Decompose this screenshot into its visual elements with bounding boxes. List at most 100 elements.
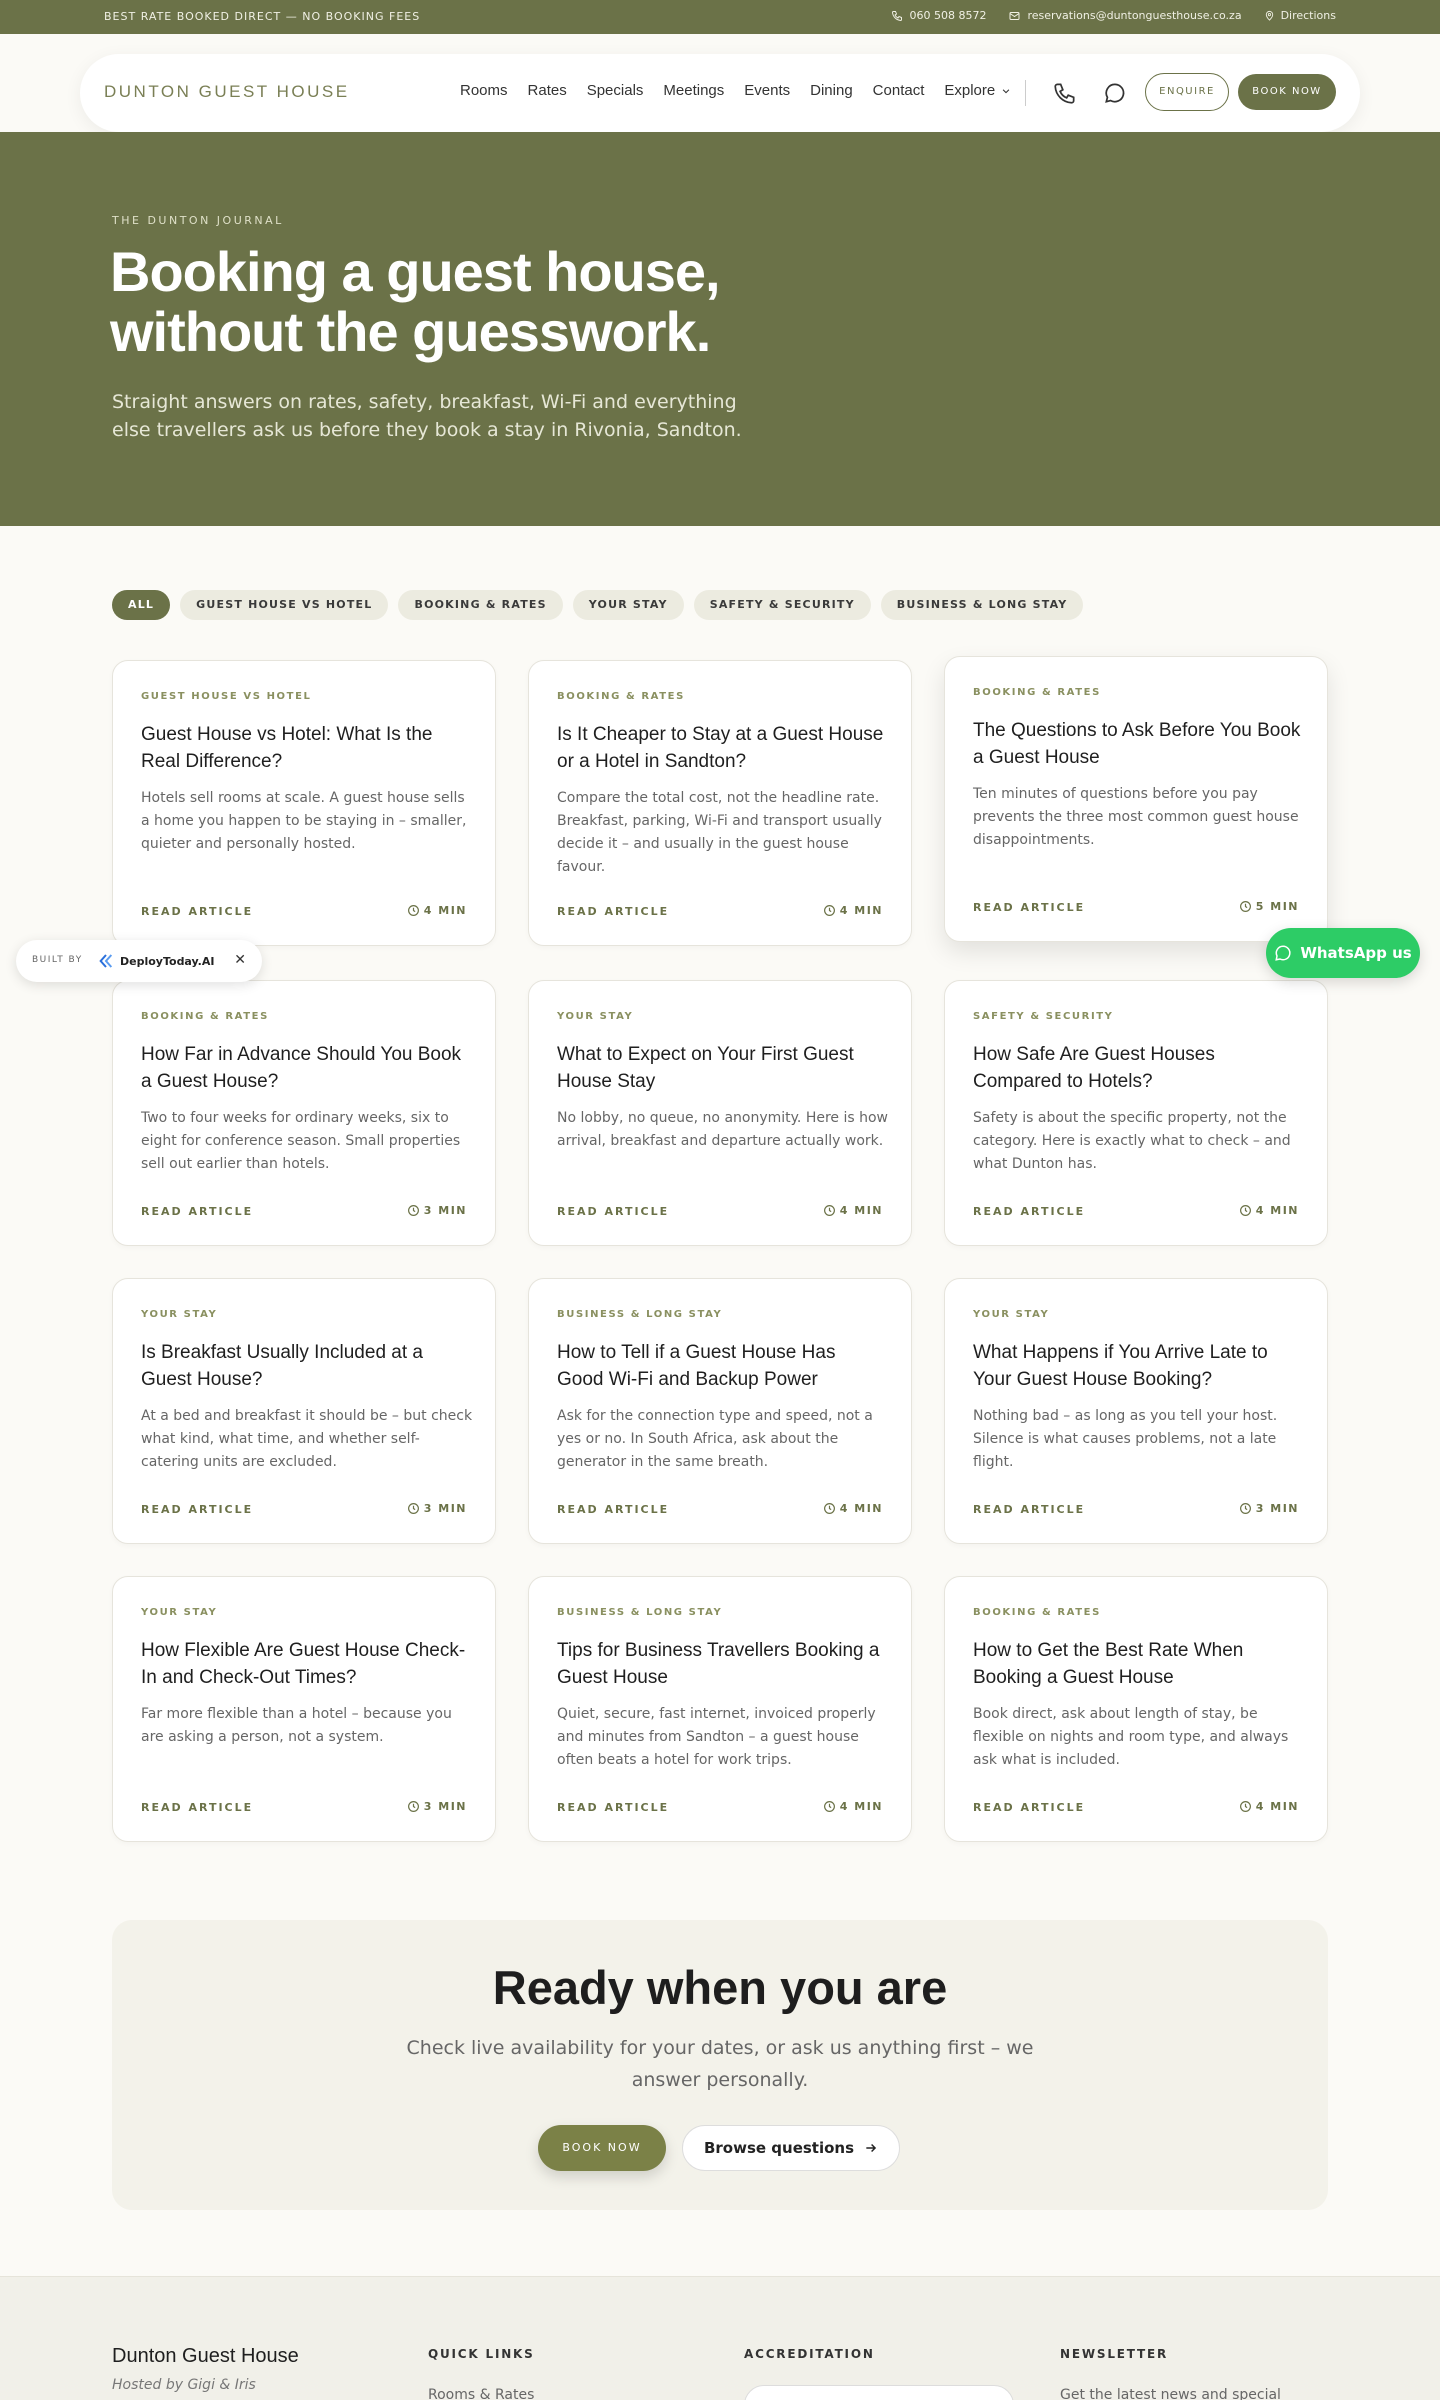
read-time-value: 5 MIN xyxy=(1255,900,1299,913)
arrow-right-icon xyxy=(866,2143,877,2153)
built-by-badge[interactable]: BUILT BY DeployToday.AI ✕ xyxy=(16,940,262,982)
directions-link[interactable]: Directions xyxy=(1264,9,1336,22)
article-card[interactable]: SAFETY & SECURITY How Safe Are Guest Hous… xyxy=(944,980,1328,1246)
email-link[interactable]: reservations@duntonguesthouse.co.za xyxy=(1008,9,1242,22)
enquire-button[interactable]: ENQUIRE xyxy=(1145,73,1229,111)
filter-your-stay[interactable]: YOUR STAY xyxy=(572,590,684,620)
filter-guest-house-vs-hotel[interactable]: GUEST HOUSE VS HOTEL xyxy=(180,590,389,620)
read-article-link[interactable]: READ ARTICLE xyxy=(973,1503,1085,1516)
article-excerpt: Compare the total cost, not the headline… xyxy=(557,790,882,875)
article-title[interactable]: How Far in Advance Should You Book a Gue… xyxy=(141,1041,471,1095)
clock-icon xyxy=(823,1205,835,1216)
read-time-value: 3 MIN xyxy=(423,1502,467,1515)
clock-icon xyxy=(1239,1503,1251,1514)
article-category: BOOKING & RATES xyxy=(557,691,685,702)
clock-icon xyxy=(407,1801,419,1812)
read-article-link[interactable]: READ ARTICLE xyxy=(557,905,669,918)
article-category: YOUR STAY xyxy=(141,1309,218,1320)
read-article-link[interactable]: READ ARTICLE xyxy=(557,1503,669,1516)
read-time: 4 MIN xyxy=(823,1800,883,1813)
nav-item-rates[interactable]: Rates xyxy=(528,82,567,99)
article-title[interactable]: How to Get the Best Rate When Booking a … xyxy=(973,1637,1303,1691)
read-time-value: 4 MIN xyxy=(839,1204,883,1217)
nav-item-dining[interactable]: Dining xyxy=(810,82,853,99)
read-time-value: 3 MIN xyxy=(423,1800,467,1813)
nav-item-explore-label: Explore xyxy=(944,82,996,99)
article-title[interactable]: Is Breakfast Usually Included at a Guest… xyxy=(141,1339,471,1393)
article-excerpt: Quiet, secure, fast internet, invoiced p… xyxy=(557,1706,876,1768)
cta-title: Ready when you are xyxy=(492,1961,948,2014)
article-card[interactable]: YOUR STAY Is Breakfast Usually Included a… xyxy=(112,1278,496,1544)
article-title[interactable]: Guest House vs Hotel: What Is the Real D… xyxy=(141,721,471,775)
site-logo[interactable]: DUNTON GUEST HOUSE xyxy=(104,82,350,102)
article-card[interactable]: GUEST HOUSE VS HOTEL Guest House vs Hotel… xyxy=(112,660,496,946)
article-title[interactable]: The Questions to Ask Before You Book a G… xyxy=(973,717,1303,771)
nav-divider xyxy=(1025,80,1026,106)
article-card[interactable]: BOOKING & RATES Is It Cheaper to Stay at … xyxy=(528,660,912,946)
read-article-link[interactable]: READ ARTICLE xyxy=(557,1205,669,1218)
article-title[interactable]: What Happens if You Arrive Late to Your … xyxy=(973,1339,1303,1393)
nav-item-explore[interactable]: Explore xyxy=(944,82,1011,99)
article-title[interactable]: Tips for Business Travellers Booking a G… xyxy=(557,1637,887,1691)
nav-menu: Rooms Rates Specials Meetings Events Din… xyxy=(460,82,1011,99)
article-category: BOOKING & RATES xyxy=(973,687,1101,698)
close-icon[interactable]: ✕ xyxy=(234,952,246,968)
filter-all[interactable]: ALL xyxy=(112,590,171,620)
article-card[interactable]: BOOKING & RATES How to Get the Best Rate … xyxy=(944,1576,1328,1842)
newsletter-heading: NEWSLETTER xyxy=(1060,2347,1169,2361)
promo-text: BEST RATE BOOKED DIRECT — NO BOOKING FEE… xyxy=(104,10,421,23)
read-time: 4 MIN xyxy=(823,904,883,917)
cta-section: Ready when you are Check live availabili… xyxy=(112,1920,1328,2210)
clock-icon xyxy=(823,905,835,916)
nav-item-rooms[interactable]: Rooms xyxy=(460,82,508,99)
cta-book-now-button[interactable]: BOOK NOW xyxy=(538,2125,666,2171)
chat-bubble-icon[interactable] xyxy=(1102,80,1128,106)
article-card[interactable]: BUSINESS & LONG STAY Tips for Business Tr… xyxy=(528,1576,912,1842)
newsletter-text: Get the latest news and special xyxy=(1060,2387,1281,2400)
article-excerpt: Ask for the connection type and speed, n… xyxy=(557,1408,873,1470)
clock-icon xyxy=(407,905,419,916)
read-article-link[interactable]: READ ARTICLE xyxy=(973,901,1085,914)
article-card[interactable]: BUSINESS & LONG STAY How to Tell if a Gue… xyxy=(528,1278,912,1544)
article-excerpt: Two to four weeks for ordinary weeks, si… xyxy=(141,1110,461,1172)
directions-label: Directions xyxy=(1280,9,1336,22)
book-now-button[interactable]: BOOK NOW xyxy=(1238,74,1336,110)
article-title[interactable]: How to Tell if a Guest House Has Good Wi… xyxy=(557,1339,887,1393)
article-card[interactable]: YOUR STAY How Flexible Are Guest House Ch… xyxy=(112,1576,496,1842)
article-title[interactable]: How Safe Are Guest Houses Compared to Ho… xyxy=(973,1041,1303,1095)
hero-subtitle: Straight answers on rates, safety, break… xyxy=(112,391,742,441)
article-card[interactable]: BOOKING & RATES The Questions to Ask Befo… xyxy=(944,656,1328,942)
article-title[interactable]: What to Expect on Your First Guest House… xyxy=(557,1041,887,1095)
article-card[interactable]: BOOKING & RATES How Far in Advance Should… xyxy=(112,980,496,1246)
nav-item-specials[interactable]: Specials xyxy=(587,82,644,99)
read-article-link[interactable]: READ ARTICLE xyxy=(973,1205,1085,1218)
clock-icon xyxy=(823,1801,835,1812)
read-article-link[interactable]: READ ARTICLE xyxy=(141,1503,253,1516)
read-article-link[interactable]: READ ARTICLE xyxy=(557,1801,669,1814)
article-category: YOUR STAY xyxy=(141,1607,218,1618)
read-time: 5 MIN xyxy=(1239,900,1299,913)
nav-item-meetings[interactable]: Meetings xyxy=(663,82,724,99)
read-article-link[interactable]: READ ARTICLE xyxy=(141,1801,253,1814)
browse-questions-label: Browse questions xyxy=(703,2139,855,2157)
browse-questions-button[interactable]: Browse questions xyxy=(682,2125,900,2171)
article-excerpt: Safety is about the specific property, n… xyxy=(973,1110,1291,1172)
nav-item-events[interactable]: Events xyxy=(744,82,790,99)
read-article-link[interactable]: READ ARTICLE xyxy=(141,905,253,918)
whatsapp-button[interactable]: WhatsApp us xyxy=(1266,928,1420,978)
footer-link-rooms-rates[interactable]: Rooms & Rates xyxy=(428,2387,534,2400)
article-title[interactable]: How Flexible Are Guest House Check-In an… xyxy=(141,1637,471,1691)
phone-link[interactable]: 060 508 8572 xyxy=(891,9,986,22)
phone-icon[interactable] xyxy=(1052,80,1078,106)
filter-booking-rates[interactable]: BOOKING & RATES xyxy=(398,590,563,620)
read-article-link[interactable]: READ ARTICLE xyxy=(141,1205,253,1218)
filter-safety-security[interactable]: SAFETY & SECURITY xyxy=(693,590,871,620)
filter-business-long-stay[interactable]: BUSINESS & LONG STAY xyxy=(880,590,1084,620)
accreditation-badge[interactable] xyxy=(744,2385,1014,2400)
nav-item-contact[interactable]: Contact xyxy=(873,82,925,99)
read-article-link[interactable]: READ ARTICLE xyxy=(973,1801,1085,1814)
article-card[interactable]: YOUR STAY What Happens if You Arrive Late… xyxy=(944,1278,1328,1544)
article-title[interactable]: Is It Cheaper to Stay at a Guest House o… xyxy=(557,721,887,775)
phone-icon xyxy=(892,10,903,21)
article-card[interactable]: YOUR STAY What to Expect on Your First Gu… xyxy=(528,980,912,1246)
